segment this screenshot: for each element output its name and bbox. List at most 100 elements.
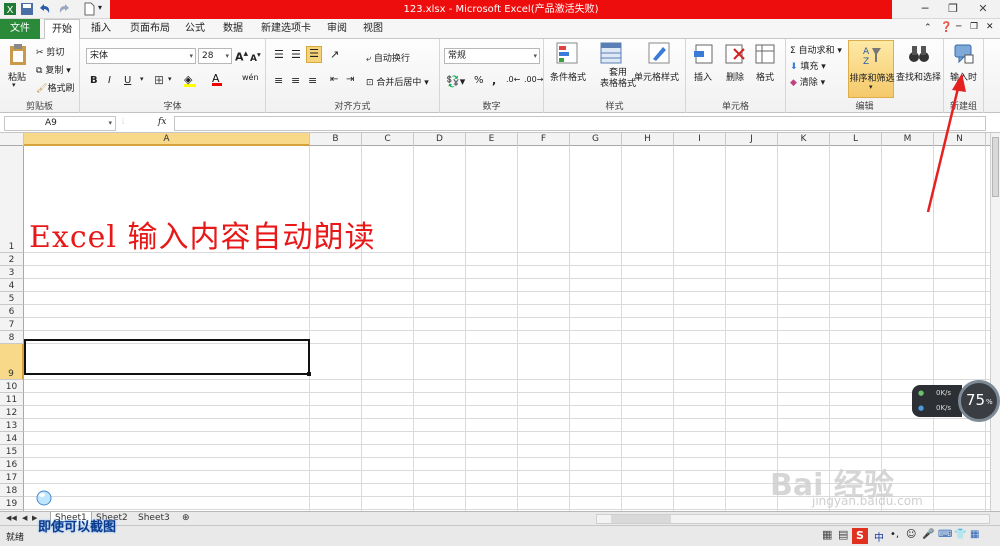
- ime-emoji-icon[interactable]: ☺: [906, 529, 916, 540]
- row-header-15[interactable]: 15: [0, 445, 24, 458]
- format-table-icon[interactable]: [600, 42, 622, 64]
- doc-restore-button[interactable]: ❐: [970, 22, 978, 32]
- format-table-button[interactable]: 套用 表格格式: [600, 68, 636, 90]
- align-right-icon[interactable]: ≡: [308, 74, 317, 87]
- tab-view[interactable]: 视图: [358, 19, 388, 39]
- delete-cells-icon[interactable]: [724, 43, 746, 65]
- shrink-font-button[interactable]: A▾: [250, 50, 261, 64]
- formula-splitter-icon[interactable]: ⦙: [122, 117, 124, 127]
- decrease-decimal-icon[interactable]: .00→: [524, 75, 543, 84]
- cut-button[interactable]: ✂ 剪切: [36, 45, 64, 58]
- row-header-19[interactable]: 19: [0, 497, 24, 510]
- column-header-b[interactable]: B: [310, 133, 362, 146]
- increase-indent-icon[interactable]: ⇥: [346, 74, 354, 85]
- currency-icon[interactable]: 💱▾: [446, 75, 465, 88]
- ime-voice-icon[interactable]: 🎤: [922, 529, 934, 540]
- network-speed-widget[interactable]: ● 0K/s ● 0K/s 75 %: [912, 380, 1000, 422]
- row-header-17[interactable]: 17: [0, 471, 24, 484]
- doc-minimize-button[interactable]: ─: [956, 22, 961, 32]
- insert-function-icon[interactable]: fx: [158, 117, 166, 127]
- doc-close-button[interactable]: ✕: [986, 22, 994, 32]
- align-middle-icon[interactable]: ☰: [291, 48, 301, 61]
- phonetic-icon[interactable]: wén: [242, 73, 259, 82]
- font-color-icon[interactable]: A: [212, 72, 222, 86]
- autosum-button[interactable]: Σ 自动求和 ▾: [790, 43, 842, 56]
- vertical-scroll-thumb[interactable]: [992, 137, 999, 197]
- underline-dropdown-icon[interactable]: ▾: [140, 75, 144, 83]
- column-header-f[interactable]: F: [518, 133, 570, 146]
- tab-formulas[interactable]: 公式: [180, 19, 210, 39]
- close-button[interactable]: ✕: [966, 0, 1000, 19]
- cell-a1-text[interactable]: Excel 输入内容自动朗读: [29, 212, 376, 256]
- undo-icon[interactable]: [37, 2, 51, 16]
- binoculars-icon[interactable]: [908, 43, 930, 65]
- row-header-16[interactable]: 16: [0, 458, 24, 471]
- font-name-select[interactable]: 宋体 ▾: [86, 48, 196, 64]
- help-icon[interactable]: ❓: [940, 22, 952, 33]
- save-icon[interactable]: [20, 2, 34, 16]
- delete-cells-button[interactable]: 删除: [726, 70, 744, 83]
- row-header-4[interactable]: 4: [0, 279, 24, 292]
- row-header-10[interactable]: 10: [0, 380, 24, 393]
- format-cells-button[interactable]: 格式: [756, 70, 774, 83]
- fill-handle[interactable]: [307, 372, 311, 376]
- ribbon-collapse-icon[interactable]: ⌃: [924, 23, 932, 33]
- row-header-13[interactable]: 13: [0, 419, 24, 432]
- border-dropdown-icon[interactable]: ▾: [168, 75, 172, 83]
- sheet-tab-3[interactable]: Sheet3: [134, 512, 174, 526]
- column-header-k[interactable]: K: [778, 133, 830, 146]
- column-header-h[interactable]: H: [622, 133, 674, 146]
- fill-color-icon[interactable]: ◈: [184, 73, 196, 87]
- column-header-a[interactable]: A: [24, 133, 310, 146]
- page-layout-view-icon[interactable]: ▤: [838, 528, 848, 541]
- normal-view-icon[interactable]: ▦: [822, 528, 832, 541]
- speak-cells-icon[interactable]: [953, 43, 975, 65]
- row-header-3[interactable]: 3: [0, 266, 24, 279]
- ime-punct-icon[interactable]: •,: [890, 529, 899, 540]
- find-select-button[interactable]: 查找和选择: [896, 70, 941, 83]
- paste-dropdown-icon[interactable]: ▾: [12, 81, 16, 89]
- paste-icon[interactable]: [8, 43, 28, 67]
- tab-review[interactable]: 审阅: [322, 19, 352, 39]
- insert-cells-button[interactable]: 插入: [694, 70, 712, 83]
- minimize-button[interactable]: ─: [910, 0, 940, 19]
- underline-button[interactable]: U: [124, 75, 131, 86]
- merge-center-button[interactable]: ⊡ 合并后居中 ▾: [366, 75, 429, 88]
- ime-skin-icon[interactable]: 👕: [954, 529, 966, 540]
- align-bottom-icon[interactable]: ☰: [306, 46, 322, 63]
- horizontal-scroll-thumb[interactable]: [611, 515, 671, 523]
- row-header-9[interactable]: 9: [0, 344, 24, 380]
- column-header-i[interactable]: I: [674, 133, 726, 146]
- format-painter-button[interactable]: 🖌格式刷: [36, 81, 74, 94]
- row-header-5[interactable]: 5: [0, 292, 24, 305]
- align-left-icon[interactable]: ≡: [274, 74, 283, 87]
- row-header-7[interactable]: 7: [0, 318, 24, 331]
- align-top-icon[interactable]: ☰: [274, 48, 284, 61]
- speak-on-enter-button[interactable]: 输入时: [950, 70, 977, 83]
- select-all-corner[interactable]: [0, 133, 24, 146]
- italic-button[interactable]: I: [108, 75, 111, 86]
- column-header-e[interactable]: E: [466, 133, 518, 146]
- ime-logo-icon[interactable]: S: [852, 528, 868, 544]
- tab-page-layout[interactable]: 页面布局: [124, 19, 176, 39]
- wrap-text-button[interactable]: ⤶ 自动换行: [366, 51, 410, 64]
- comma-button[interactable]: ,: [492, 74, 496, 87]
- insert-sheet-icon[interactable]: ⊕: [178, 512, 194, 526]
- ime-chinese-icon[interactable]: 中: [874, 529, 884, 544]
- row-header-8[interactable]: 8: [0, 331, 24, 344]
- ime-keyboard-icon[interactable]: ⌨: [938, 529, 952, 540]
- percent-button[interactable]: %: [474, 75, 484, 86]
- tab-home[interactable]: 开始: [44, 19, 80, 40]
- align-center-icon[interactable]: ≡: [291, 74, 300, 87]
- tab-new[interactable]: 新建选项卡: [255, 19, 317, 39]
- worksheet-grid[interactable]: ABCDEFGHIJKLMN 1 2 3 4 5 6 7 8 9 10 11 12 13 14 15 16 17…: [0, 133, 990, 511]
- border-icon[interactable]: ⊞: [154, 73, 164, 87]
- ime-menu-icon[interactable]: ▦: [970, 529, 979, 540]
- row-header-6[interactable]: 6: [0, 305, 24, 318]
- maximize-button[interactable]: ❐: [938, 0, 968, 19]
- tab-data[interactable]: 数据: [218, 19, 248, 39]
- grow-font-button[interactable]: A▴: [235, 48, 248, 64]
- redo-icon[interactable]: [58, 2, 72, 16]
- row-header-14[interactable]: 14: [0, 432, 24, 445]
- row-header-2[interactable]: 2: [0, 253, 24, 266]
